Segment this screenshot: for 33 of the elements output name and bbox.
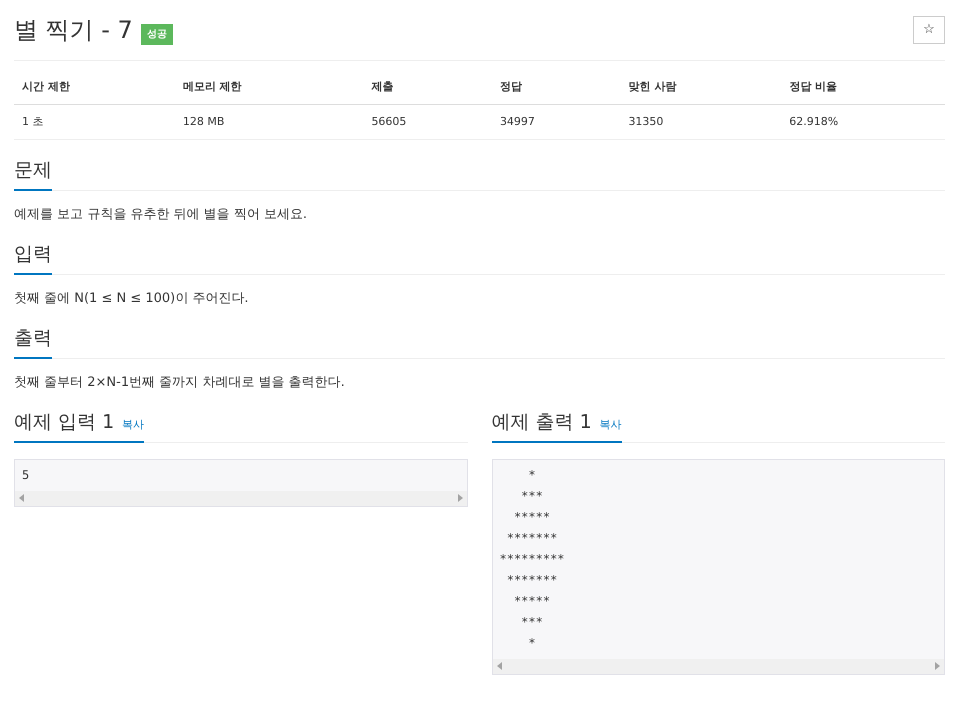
section-heading: 출력: [14, 326, 52, 351]
column-header: 정답: [492, 71, 620, 104]
copy-link[interactable]: 복사: [600, 417, 622, 434]
section-heading: 문제: [14, 158, 52, 183]
table-cell: 1 초: [14, 104, 175, 140]
copy-link[interactable]: 복사: [122, 417, 144, 434]
column-header: 메모리 제한: [174, 71, 364, 104]
column-header: 시간 제한: [14, 71, 175, 104]
table-cell: 31350: [620, 104, 782, 140]
bookmark-button[interactable]: ☆: [913, 16, 945, 44]
scrollbar[interactable]: [15, 490, 466, 506]
status-badge: 성공: [140, 24, 173, 44]
column-header: 제출: [363, 71, 492, 104]
table-cell: 62.918%: [781, 104, 945, 140]
section-text: 예제를 보고 규칙을 유추한 뒤에 별을 찍어 보세요.: [14, 206, 308, 224]
scroll-right-icon[interactable]: [458, 494, 462, 502]
table-cell: 34997: [492, 104, 620, 140]
section-heading: 입력: [14, 242, 52, 267]
scroll-left-icon[interactable]: [496, 662, 502, 670]
table-cell: 56605: [363, 104, 492, 140]
problem-title: 별 찍기 - 7: [14, 15, 133, 46]
section-heading: 예제 출력 1: [492, 410, 592, 435]
section-text: 첫째 줄부터 2×N-1번째 줄까지 차례대로 별을 출력한다.: [14, 374, 346, 392]
code-text: 5: [22, 466, 30, 484]
section-heading: 예제 입력 1: [14, 410, 114, 435]
section-text: 첫째 줄에 N(1 ≤ N ≤ 100)이 주어진다.: [14, 290, 250, 308]
scroll-left-icon[interactable]: [19, 494, 24, 502]
code-text: * *** ***** ******* ********* ******* ***** *** *: [500, 466, 565, 652]
column-header: 정답 비율: [781, 71, 945, 104]
table-cell: 128 MB: [174, 104, 364, 140]
scroll-right-icon[interactable]: [935, 662, 940, 670]
scrollbar[interactable]: [492, 658, 944, 674]
column-header: 맞힌 사람: [620, 71, 782, 104]
